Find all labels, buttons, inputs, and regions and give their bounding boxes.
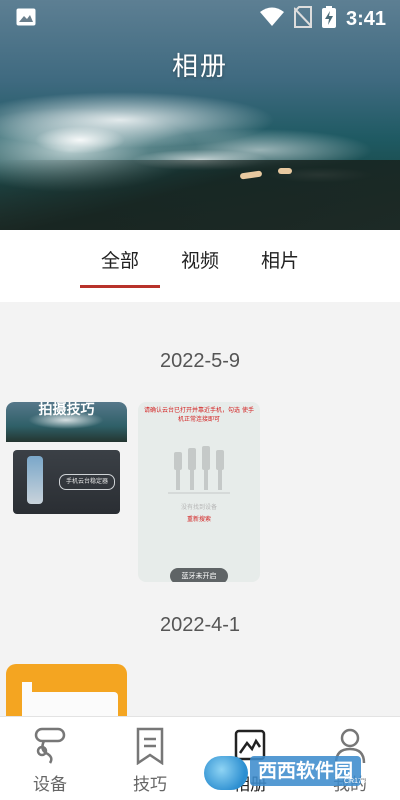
- no-sim-icon: [293, 6, 313, 32]
- gimbal-icon: [34, 727, 66, 764]
- rescan-text: 重新搜索: [186, 516, 211, 523]
- watermark-subtext: CR173.COM: [344, 778, 385, 785]
- filter-tabs: 全部 视频 相片: [0, 230, 400, 302]
- album-screen: 3:41 相册 全部 视频 相片 2022-5-9 拍摄技巧 手机云台稳定器 请…: [0, 0, 400, 800]
- image-icon: [16, 8, 36, 26]
- tab-all[interactable]: 全部: [80, 246, 160, 288]
- tab-video[interactable]: 视频: [160, 246, 240, 286]
- watermark-logo-icon: [204, 756, 248, 790]
- wifi-icon: [259, 7, 284, 31]
- tab-photos[interactable]: 相片: [240, 246, 320, 286]
- connection-warning-text: 请确认云台已打开并靠近手机，勾选 使手机正常连接即可: [144, 407, 254, 423]
- promo-pill: 手机云台稳定器: [59, 474, 115, 490]
- nav-tips[interactable]: 技巧: [100, 717, 200, 800]
- bookmark-icon: [136, 727, 164, 765]
- date-group-label: 2022-5-9: [159, 350, 241, 372]
- nav-label: 技巧: [133, 775, 167, 795]
- date-group-label: 2022-4-1: [159, 614, 241, 636]
- thumbnail-title: 拍摄技巧: [38, 402, 95, 418]
- battery-charging-icon: [321, 6, 336, 32]
- album-thumbnail[interactable]: 拍摄技巧 手机云台稳定器: [6, 402, 127, 520]
- album-thumbnail[interactable]: 请确认云台已打开并靠近手机，勾选 使手机正常连接即可 没有找到设备 重新搜索 蓝…: [138, 402, 260, 582]
- clock-time: 3:41: [345, 7, 386, 30]
- phone-gimbal-device: [27, 456, 43, 504]
- bluetooth-off-pill: 蓝牙未开启: [170, 568, 228, 582]
- site-watermark: 西西软件园 CR173.COM: [204, 752, 384, 792]
- gimbal-promo-card: 手机云台稳定器: [13, 450, 120, 514]
- status-bar: 3:41: [0, 0, 400, 36]
- surfer-figure: [278, 168, 292, 174]
- nav-label: 设备: [33, 775, 67, 795]
- gimbal-silhouette-icon: [168, 446, 230, 494]
- nav-devices[interactable]: 设备: [0, 717, 100, 800]
- no-device-text: 没有找到设备: [180, 504, 217, 511]
- page-title: 相册: [171, 52, 228, 82]
